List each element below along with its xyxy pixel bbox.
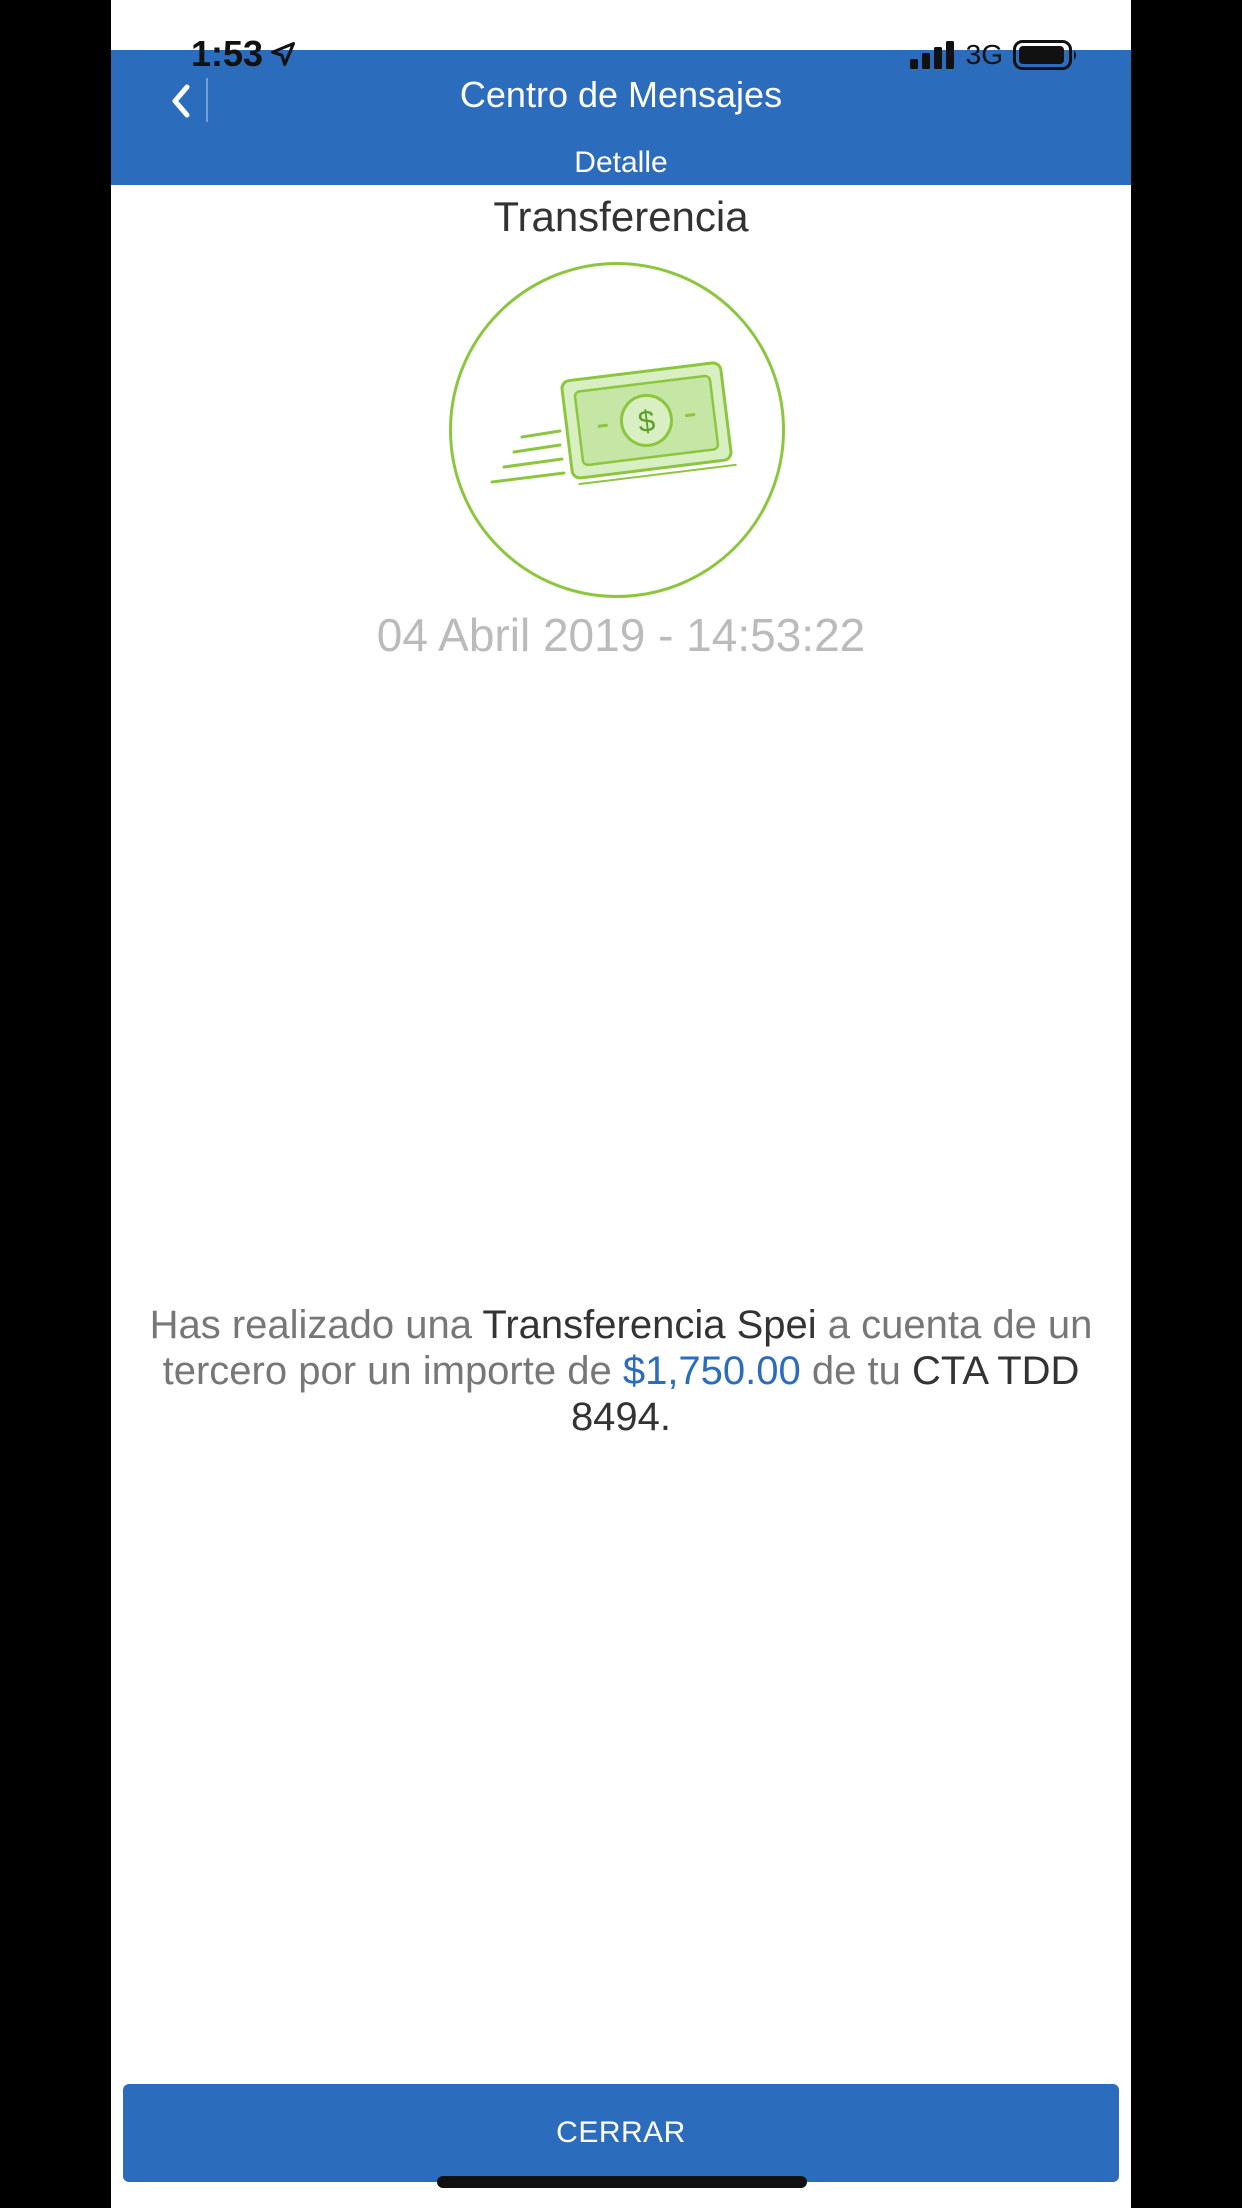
signal-bars-icon — [909, 41, 954, 69]
message-detail-screen: 1:53 3G Centro de Mensajes Detalle Trans… — [111, 0, 1131, 2208]
status-bar: 1:53 3G — [111, 0, 1131, 74]
transfer-type: Transferencia Spei — [482, 1303, 817, 1347]
close-button[interactable]: CERRAR — [123, 2084, 1119, 2182]
network-type: 3G — [965, 39, 1003, 70]
status-time-label: 1:53 — [191, 33, 264, 74]
page-title: Centro de Mensajes — [459, 74, 783, 115]
status-time: 1:53 — [191, 34, 297, 74]
status-indicators: 3G — [909, 39, 1079, 70]
transfer-amount: $1,750.00 — [622, 1349, 801, 1393]
transfer-icon-circle: $ — [449, 262, 785, 598]
body-text-part3: de tu — [800, 1349, 912, 1393]
body-text-part1: Has realizado una — [149, 1303, 483, 1347]
location-arrow-icon — [271, 41, 296, 67]
message-title: Transferencia — [493, 193, 749, 240]
message-body: Has realizado una Transferencia Spei a c… — [131, 1302, 1111, 1440]
page-subtitle: Detalle — [574, 146, 668, 179]
home-indicator — [437, 2176, 807, 2188]
battery-icon — [1013, 40, 1076, 70]
message-date: 04 Abril 2019 - 14:53:22 — [376, 609, 866, 661]
money-bill-transfer-icon: $ — [490, 361, 737, 486]
